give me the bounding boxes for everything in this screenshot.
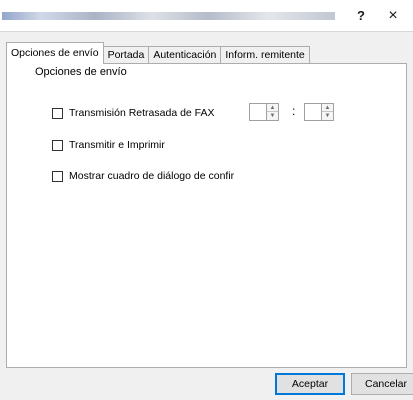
window-title: [2, 12, 335, 20]
minute-spin-buttons[interactable]: ▲ ▼: [322, 103, 334, 121]
minute-spinner[interactable]: ▲ ▼: [304, 103, 334, 121]
hour-spinner[interactable]: ▲ ▼: [249, 103, 279, 121]
dialog-client-area: Opciones de envío Portada Autenticación …: [0, 31, 413, 400]
show-confirm-dialog-label: Mostrar cuadro de diálogo de confir: [69, 170, 235, 182]
close-button[interactable]: ×: [381, 6, 405, 26]
tab-autenticacion[interactable]: Autenticación: [148, 46, 222, 64]
transmit-and-print-label: Transmitir e Imprimir: [69, 139, 165, 151]
groupbox-title: Opciones de envío: [33, 66, 129, 79]
help-button[interactable]: ?: [349, 6, 373, 26]
tab-portada[interactable]: Portada: [102, 46, 150, 64]
cancel-button[interactable]: Cancelar: [351, 373, 413, 395]
hour-field[interactable]: [249, 103, 267, 121]
transmit-and-print-checkbox[interactable]: [52, 139, 63, 151]
time-separator: :: [292, 104, 296, 118]
show-confirm-dialog-option[interactable]: Mostrar cuadro de diálogo de confir: [52, 168, 234, 184]
minute-field[interactable]: [304, 103, 322, 121]
ok-button[interactable]: Aceptar: [275, 373, 345, 395]
tab-strip: Opciones de envío Portada Autenticación …: [6, 42, 310, 64]
minute-down-arrow-icon[interactable]: ▼: [322, 112, 333, 120]
delayed-fax-option[interactable]: Transmisión Retrasada de FAX: [52, 105, 215, 121]
delayed-fax-label: Transmisión Retrasada de FAX: [69, 107, 215, 119]
hour-spin-buttons[interactable]: ▲ ▼: [267, 103, 279, 121]
minute-up-arrow-icon[interactable]: ▲: [322, 104, 333, 112]
hour-up-arrow-icon[interactable]: ▲: [267, 104, 278, 112]
delayed-fax-checkbox[interactable]: [52, 107, 63, 119]
tab-opciones-de-envio[interactable]: Opciones de envío: [6, 42, 104, 64]
show-confirm-dialog-checkbox[interactable]: [52, 170, 63, 182]
transmit-and-print-option[interactable]: Transmitir e Imprimir: [52, 137, 165, 153]
title-bar[interactable]: ? ×: [0, 0, 413, 31]
tab-inform-remitente[interactable]: Inform. remitente: [220, 46, 310, 64]
hour-down-arrow-icon[interactable]: ▼: [267, 112, 278, 120]
